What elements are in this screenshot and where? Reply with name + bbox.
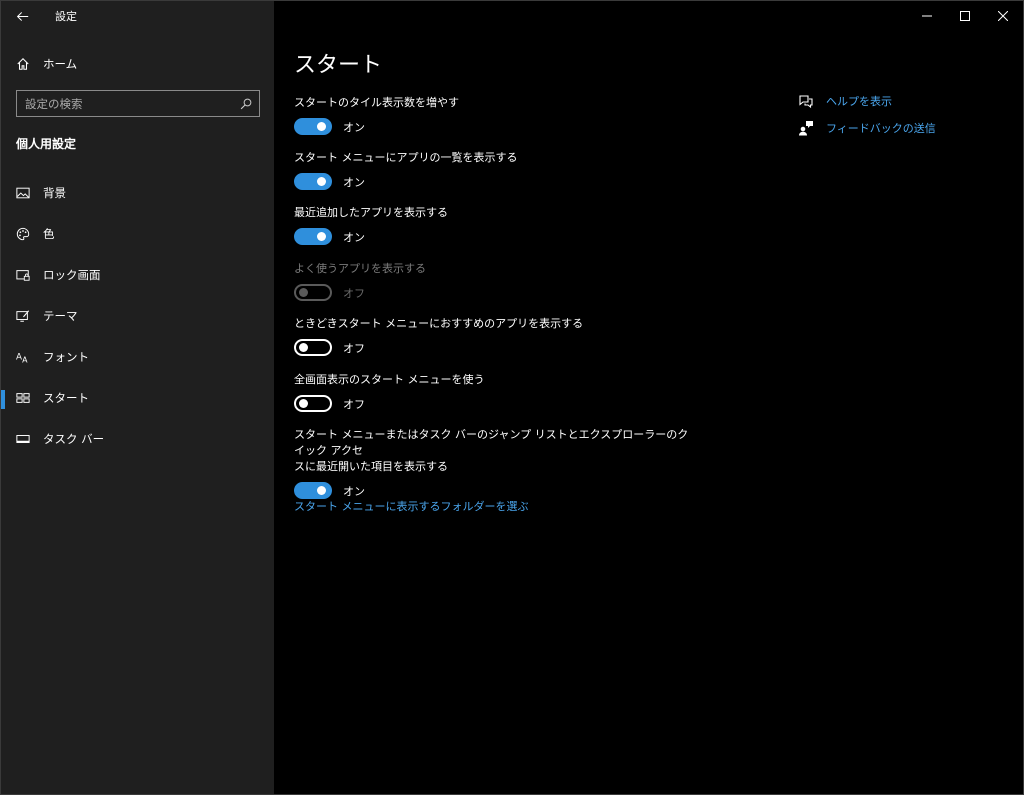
sidebar-item-label: テーマ xyxy=(43,308,78,323)
show-help-link[interactable]: ヘルプを表示 xyxy=(798,87,936,114)
home-icon xyxy=(16,57,30,71)
close-button[interactable] xyxy=(984,1,1022,31)
lock-screen-icon xyxy=(16,268,30,282)
nav-home-label: ホーム xyxy=(43,57,78,71)
back-arrow-icon xyxy=(16,11,28,21)
sidebar-item-label: タスク バー xyxy=(43,431,105,446)
close-icon xyxy=(998,11,1008,21)
setting-label: よく使うアプリを表示する xyxy=(294,262,426,275)
settings-window: 設定 ホーム 個人用設定 背景 色 xyxy=(0,0,1024,795)
setting-label: 最近追加したアプリを表示する xyxy=(294,206,448,219)
toggle-app-list[interactable] xyxy=(294,173,332,190)
sidebar-item-taskbar[interactable]: タスク バー xyxy=(1,418,274,459)
toggle-recent-items[interactable] xyxy=(294,482,332,499)
minimize-icon xyxy=(922,15,932,17)
toggle-full-screen[interactable] xyxy=(294,395,332,412)
send-feedback-label: フィードバックの送信 xyxy=(826,121,936,135)
show-help-label: ヘルプを表示 xyxy=(826,94,892,108)
toggle-state: オフ xyxy=(343,286,365,300)
setting-full-screen: 全画面表示のスタート メニューを使う オフ xyxy=(294,372,694,412)
taskbar-icon xyxy=(16,432,30,446)
toggle-knob xyxy=(299,343,308,352)
setting-label-line1: スタート メニューまたはタスク バーのジャンプ リストとエクスプローラーのクイッ… xyxy=(294,428,689,457)
toggle-state: オフ xyxy=(343,341,365,355)
feedback-icon xyxy=(799,120,813,135)
setting-label: ときどきスタート メニューにおすすめのアプリを表示する xyxy=(294,317,584,330)
setting-app-list: スタート メニューにアプリの一覧を表示する オン xyxy=(294,150,694,190)
setting-label: スタート メニューにアプリの一覧を表示する xyxy=(294,151,518,164)
svg-text:A: A xyxy=(16,352,22,362)
page-title: スタート xyxy=(294,53,383,78)
sidebar-item-label: スタート xyxy=(43,390,89,405)
nav-home[interactable]: ホーム xyxy=(1,49,274,79)
section-title: 個人用設定 xyxy=(16,137,77,151)
toggle-state: オン xyxy=(343,484,365,498)
toggle-state: オン xyxy=(343,230,365,244)
toggle-knob xyxy=(299,288,308,297)
choose-folders-link[interactable]: スタート メニューに表示するフォルダーを選ぶ xyxy=(294,498,529,514)
setting-most-used-apps: よく使うアプリを表示する オフ xyxy=(294,261,694,301)
setting-recent-items: スタート メニューまたはタスク バーのジャンプ リストとエクスプローラーのクイッ… xyxy=(294,427,694,499)
setting-label: スタートのタイル表示数を増やす xyxy=(294,96,459,109)
sidebar: 設定 ホーム 個人用設定 背景 色 xyxy=(1,1,274,794)
toggle-more-tiles[interactable] xyxy=(294,118,332,135)
svg-text:A: A xyxy=(22,355,28,364)
toggle-suggestions[interactable] xyxy=(294,339,332,356)
start-icon xyxy=(16,391,30,405)
sidebar-item-fonts[interactable]: AA フォント xyxy=(1,336,274,377)
window-controls xyxy=(908,1,1024,31)
toggle-knob xyxy=(299,399,308,408)
titlebar-left: 設定 xyxy=(1,1,274,31)
toggle-knob xyxy=(317,486,326,495)
minimize-button[interactable] xyxy=(908,1,946,31)
help-chat-icon xyxy=(799,94,813,108)
toggle-recent-apps[interactable] xyxy=(294,228,332,245)
font-icon: AA xyxy=(16,350,30,364)
toggle-knob xyxy=(317,232,326,241)
search-icon[interactable] xyxy=(240,98,252,110)
maximize-icon xyxy=(960,11,970,21)
send-feedback-link[interactable]: フィードバックの送信 xyxy=(798,114,936,141)
sidebar-item-label: ロック画面 xyxy=(43,267,101,282)
sidebar-item-background[interactable]: 背景 xyxy=(1,172,274,213)
maximize-button[interactable] xyxy=(946,1,984,31)
picture-icon xyxy=(16,186,30,200)
setting-recent-apps: 最近追加したアプリを表示する オン xyxy=(294,205,694,245)
toggle-most-used-apps xyxy=(294,284,332,301)
toggle-state: オン xyxy=(343,175,365,189)
toggle-state: オフ xyxy=(343,397,365,411)
setting-label-line2: スに最近開いた項目を表示する xyxy=(294,460,448,473)
nav-list: 背景 色 ロック画面 テーマ A A フォント スタート タスク バー xyxy=(1,172,274,459)
toggle-knob xyxy=(317,177,326,186)
sidebar-item-label: 背景 xyxy=(43,185,66,200)
sidebar-item-start[interactable]: スタート xyxy=(1,377,274,418)
setting-more-tiles: スタートのタイル表示数を増やす オン xyxy=(294,95,694,135)
toggle-knob xyxy=(317,122,326,131)
theme-icon xyxy=(16,309,30,323)
setting-suggestions: ときどきスタート メニューにおすすめのアプリを表示する オフ xyxy=(294,316,694,356)
setting-label: 全画面表示のスタート メニューを使う xyxy=(294,373,485,386)
search-box[interactable] xyxy=(16,90,260,117)
sidebar-item-lock-screen[interactable]: ロック画面 xyxy=(1,254,274,295)
sidebar-item-label: 色 xyxy=(43,226,55,241)
back-button[interactable] xyxy=(1,1,43,31)
search-input[interactable] xyxy=(17,96,240,111)
sidebar-item-label: フォント xyxy=(43,349,89,364)
app-title: 設定 xyxy=(55,10,77,23)
sidebar-item-colors[interactable]: 色 xyxy=(1,213,274,254)
help-links: ヘルプを表示 フィードバックの送信 xyxy=(798,87,936,141)
palette-icon xyxy=(16,227,30,241)
toggle-state: オン xyxy=(343,120,365,134)
sidebar-item-themes[interactable]: テーマ xyxy=(1,295,274,336)
